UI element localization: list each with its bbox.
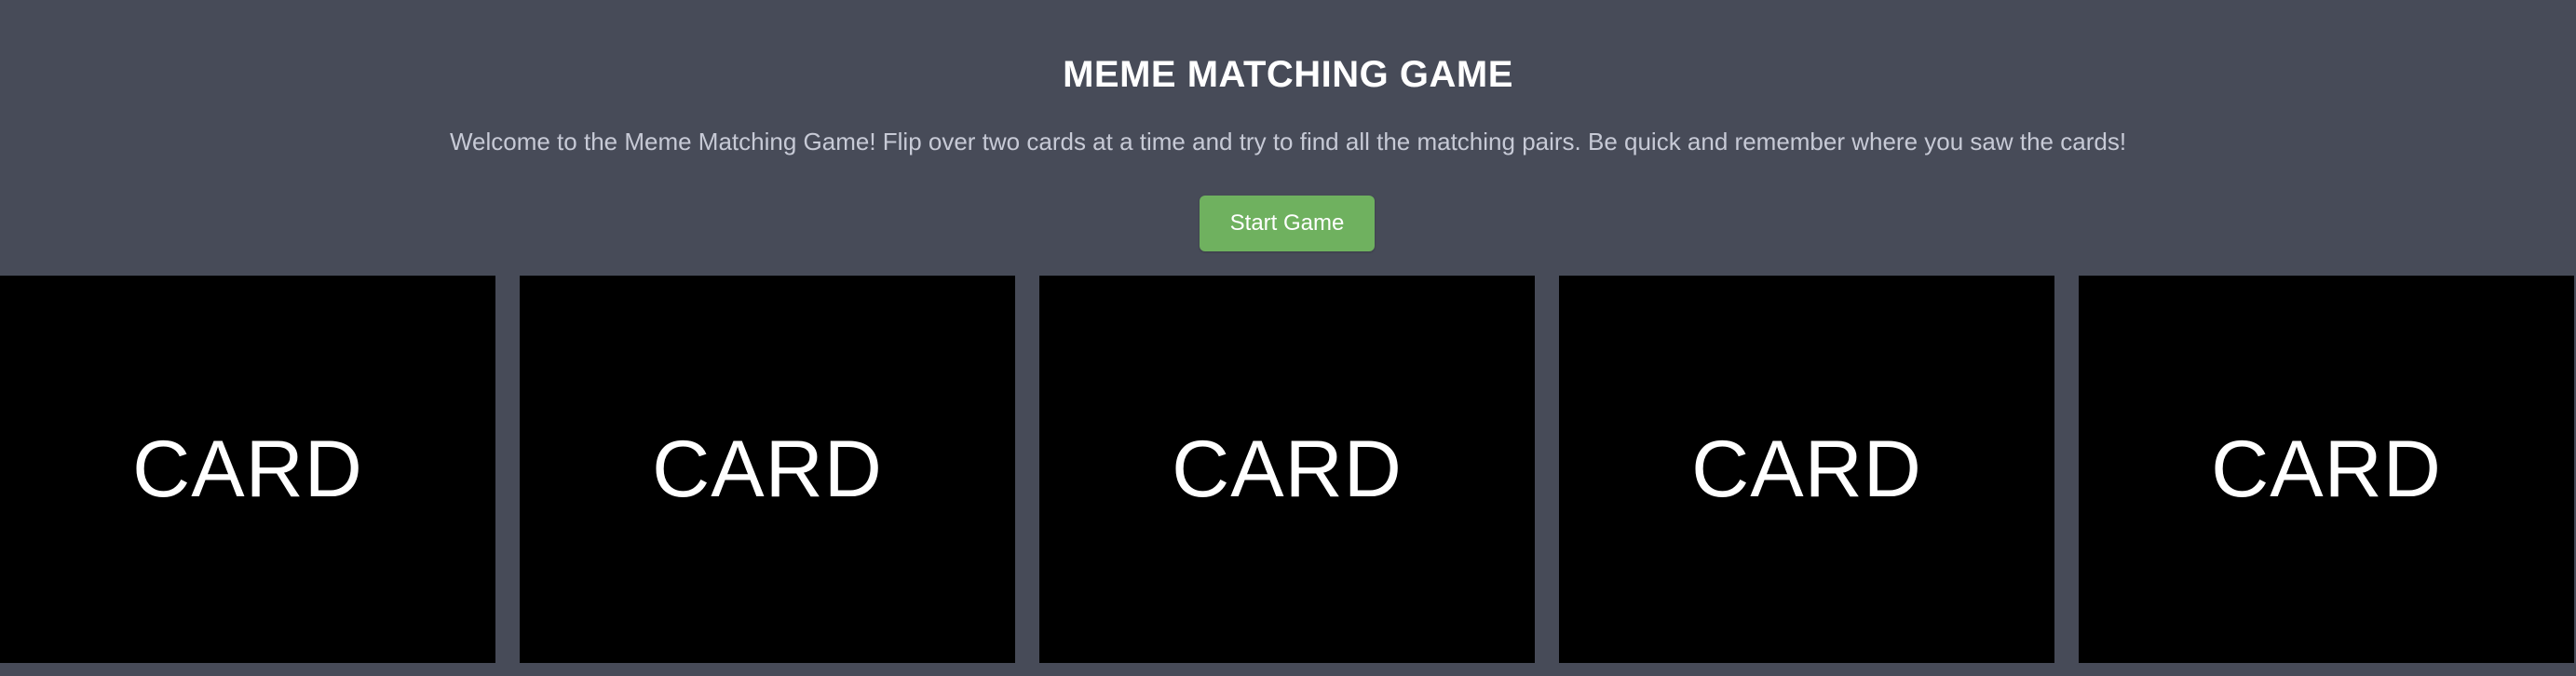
- game-card[interactable]: CARD: [520, 276, 1015, 663]
- game-card[interactable]: CARD: [0, 276, 495, 663]
- game-card[interactable]: CARD: [1039, 276, 1535, 663]
- game-card[interactable]: CARD: [1559, 276, 2054, 663]
- start-game-button[interactable]: Start Game: [1200, 196, 1375, 251]
- game-instructions: Welcome to the Meme Matching Game! Flip …: [449, 128, 2127, 155]
- card-grid: CARD CARD CARD CARD CARD: [0, 276, 2576, 663]
- page-title: MEME MATCHING GAME: [1063, 54, 1513, 95]
- game-card[interactable]: CARD: [2079, 276, 2574, 663]
